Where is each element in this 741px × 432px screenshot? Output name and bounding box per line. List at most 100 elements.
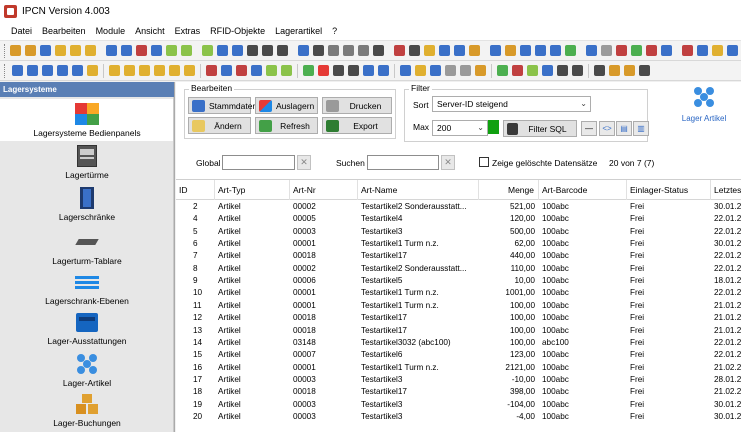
column-header-id[interactable]: ID xyxy=(176,180,215,200)
menu-item-lagerartikel[interactable]: Lagerartikel xyxy=(270,26,327,36)
toolbar-button-icon[interactable] xyxy=(277,45,288,56)
toolbar-button-icon[interactable] xyxy=(586,45,597,56)
toolbar-button-icon[interactable] xyxy=(505,45,516,56)
table-row[interactable]: 18 Artikel 00018 Testartikel17 398,00 100abc F… xyxy=(176,386,741,398)
toolbar-button-icon[interactable] xyxy=(303,65,314,76)
toolbar-button-icon[interactable] xyxy=(27,65,38,76)
toolbar-button-icon[interactable] xyxy=(409,45,420,56)
toolbar-button-icon[interactable] xyxy=(236,65,247,76)
toolbar-button-icon[interactable] xyxy=(10,45,21,56)
lager-artikel-shortcut[interactable]: Lager Artikel xyxy=(676,86,732,130)
toolbar-button-icon[interactable] xyxy=(298,45,309,56)
menu-item-module[interactable]: Module xyxy=(91,26,131,36)
toolbar-button-icon[interactable] xyxy=(572,65,583,76)
sidebar-item-ausstattungen[interactable]: Lager-Ausstattungen xyxy=(0,309,174,349)
toolbar-button-icon[interactable] xyxy=(430,65,441,76)
toolbar-button-icon[interactable] xyxy=(202,45,213,56)
column-header-letztes[interactable]: Letztes xyxy=(711,180,741,200)
toolbar-button-icon[interactable] xyxy=(594,65,605,76)
toolbar-button-icon[interactable] xyxy=(266,65,277,76)
toolbar-button-icon[interactable] xyxy=(232,45,243,56)
table-row[interactable]: 17 Artikel 00003 Testartikel3 -10,00 100abc Fr… xyxy=(176,374,741,386)
toolbar-grip[interactable] xyxy=(4,43,5,58)
table-row[interactable]: 7 Artikel 00018 Testartikel17 440,00 100abc Fr… xyxy=(176,250,741,262)
table-row[interactable]: 9 Artikel 00006 Testartikel5 10,00 100abc Frei… xyxy=(176,275,741,287)
sidebar-item-bedienpanels[interactable]: Lagersysteme Bedienpanels xyxy=(0,99,174,141)
table-row[interactable]: 20 Artikel 00003 Testartikel3 -4,00 100abc Fre… xyxy=(176,411,741,423)
refresh-button[interactable]: Refresh xyxy=(255,117,318,134)
toolbar-button-icon[interactable] xyxy=(469,45,480,56)
toolbar-button-icon[interactable] xyxy=(184,65,195,76)
toolbar-button-icon[interactable] xyxy=(124,65,135,76)
toolbar-button-icon[interactable] xyxy=(169,65,180,76)
toolbar-button-icon[interactable] xyxy=(727,45,738,56)
toolbar-button-icon[interactable] xyxy=(609,65,620,76)
toolbar-button-icon[interactable] xyxy=(136,45,147,56)
toolbar-button-icon[interactable] xyxy=(497,65,508,76)
toolbar-button-icon[interactable] xyxy=(400,65,411,76)
toolbar-button-icon[interactable] xyxy=(181,45,192,56)
table-row[interactable]: 14 Artikel 03148 Testartikel3032 (abc100) 10… xyxy=(176,337,741,349)
code-button[interactable]: <> xyxy=(599,121,615,136)
toolbar-button-icon[interactable] xyxy=(318,65,329,76)
toolbar-button-icon[interactable] xyxy=(616,45,627,56)
toolbar-button-icon[interactable] xyxy=(154,65,165,76)
toolbar-button-icon[interactable] xyxy=(378,65,389,76)
column-header-einlager-status[interactable]: Einlager-Status xyxy=(627,180,711,200)
toolbar-button-icon[interactable] xyxy=(415,65,426,76)
toolbar-button-icon[interactable] xyxy=(343,45,354,56)
column-header-art-nr[interactable]: Art-Nr xyxy=(290,180,358,200)
menu-item-bearbeiten[interactable]: Bearbeiten xyxy=(37,26,91,36)
table-row[interactable]: 10 Artikel 00001 Testartikel1 Turm n.z. 1001… xyxy=(176,287,741,299)
toolbar-button-icon[interactable] xyxy=(25,45,36,56)
table-row[interactable]: 12 Artikel 00018 Testartikel17 100,00 100abc F… xyxy=(176,312,741,324)
toolbar-button-icon[interactable] xyxy=(520,45,531,56)
toolbar-button-icon[interactable] xyxy=(624,65,635,76)
toolbar-button-icon[interactable] xyxy=(206,65,217,76)
table-row[interactable]: 13 Artikel 00018 Testartikel17 100,00 100abc F… xyxy=(176,325,741,337)
stammdaten-button[interactable]: Stammdaten xyxy=(188,97,257,114)
sidebar-item-ebenen[interactable]: Lagerschrank-Ebenen xyxy=(0,269,174,309)
sidebar-item-lagerschraenke[interactable]: Lagerschränke xyxy=(0,185,174,225)
toolbar-button-icon[interactable] xyxy=(221,65,232,76)
table-row[interactable]: 19 Artikel 00003 Testartikel3 -104,00 100abc F… xyxy=(176,399,741,411)
toolbar-button-icon[interactable] xyxy=(373,45,384,56)
toolbar-button-icon[interactable] xyxy=(490,45,501,56)
toolbar-button-icon[interactable] xyxy=(527,65,538,76)
toolbar-button-icon[interactable] xyxy=(712,45,723,56)
show-deleted-checkbox[interactable] xyxy=(479,157,489,167)
max-select[interactable]: 200 ⌄ xyxy=(432,120,488,136)
toolbar-button-icon[interactable] xyxy=(333,65,344,76)
table-row[interactable]: 6 Artikel 00001 Testartikel1 Turm n.z. 62,00… xyxy=(176,238,741,250)
toolbar-button-icon[interactable] xyxy=(85,45,96,56)
sidebar-item-buchungen[interactable]: Lager-Buchungen xyxy=(0,391,174,431)
table-row[interactable]: 8 Artikel 00002 Testartikel2 Sonderausstatt… xyxy=(176,263,741,275)
toolbar-button-icon[interactable] xyxy=(363,65,374,76)
toolbar-button-icon[interactable] xyxy=(42,65,53,76)
table-row[interactable]: 11 Artikel 00001 Testartikel1 Turm n.z. 100,… xyxy=(176,300,741,312)
toolbar-button-icon[interactable] xyxy=(601,45,612,56)
global-clear-button[interactable]: ✕ xyxy=(297,155,311,170)
drucken-button[interactable]: Drucken xyxy=(322,97,392,114)
toolbar-button-icon[interactable] xyxy=(139,65,150,76)
sidebar-item-tablare[interactable]: Lagerturm-Tablare xyxy=(0,227,174,267)
column-header-art-typ[interactable]: Art-Typ xyxy=(215,180,290,200)
toolbar-button-icon[interactable] xyxy=(40,45,51,56)
toolbar-button-icon[interactable] xyxy=(87,65,98,76)
toolbar-button-icon[interactable] xyxy=(454,45,465,56)
menu-item-ansicht[interactable]: Ansicht xyxy=(130,26,170,36)
suchen-clear-button[interactable]: ✕ xyxy=(441,155,455,170)
global-search-input[interactable] xyxy=(222,155,295,170)
toolbar-button-icon[interactable] xyxy=(697,45,708,56)
toolbar-button-icon[interactable] xyxy=(109,65,120,76)
toolbar-button-icon[interactable] xyxy=(358,45,369,56)
toolbar-button-icon[interactable] xyxy=(439,45,450,56)
doc-button[interactable]: ▤ xyxy=(616,121,632,136)
suchen-input[interactable] xyxy=(367,155,439,170)
table-row[interactable]: 5 Artikel 00003 Testartikel3 500,00 100abc Fre… xyxy=(176,226,741,238)
toolbar-button-icon[interactable] xyxy=(661,45,672,56)
column-header-menge[interactable]: Menge xyxy=(479,180,539,200)
column-header-art-barcode[interactable]: Art-Barcode xyxy=(539,180,627,200)
auslagern-button[interactable]: Auslagern xyxy=(255,97,318,114)
toolbar-button-icon[interactable] xyxy=(639,65,650,76)
